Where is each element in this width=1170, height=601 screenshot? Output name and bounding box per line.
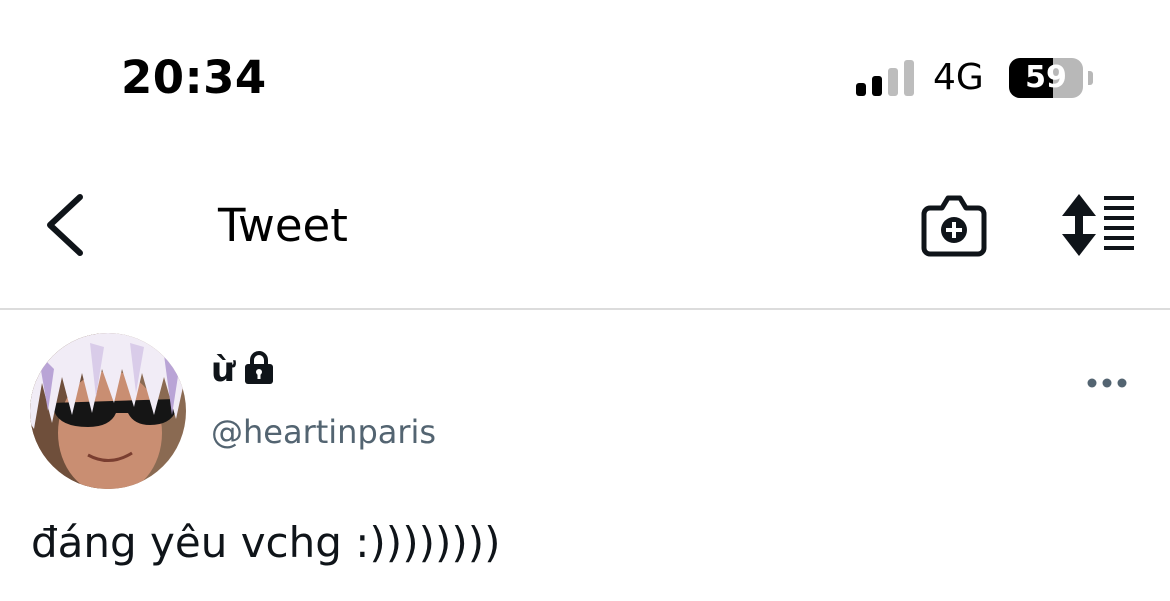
signal-bar bbox=[904, 60, 914, 96]
nav-bar: Tweet bbox=[0, 150, 1170, 310]
status-bar: 20:34 4G 59 bbox=[0, 0, 1170, 150]
lock-icon bbox=[242, 350, 276, 386]
page-title: Tweet bbox=[218, 199, 348, 252]
tweet: ừ @heartinparis đáng yêu vchg :)))))))) bbox=[0, 310, 1170, 601]
signal-bar bbox=[856, 83, 866, 96]
signal-bar bbox=[872, 76, 882, 96]
camera-button[interactable] bbox=[920, 192, 988, 258]
chevron-left-icon bbox=[47, 194, 83, 256]
status-time: 20:34 bbox=[121, 51, 267, 104]
signal-bar bbox=[888, 68, 898, 96]
battery-level: 59 bbox=[1025, 60, 1067, 95]
more-options-icon bbox=[1087, 378, 1127, 388]
battery-nub bbox=[1088, 71, 1093, 85]
avatar[interactable] bbox=[30, 333, 186, 489]
avatar-photo bbox=[30, 333, 186, 489]
sort-list-icon bbox=[1062, 194, 1134, 256]
user-handle[interactable]: @heartinparis bbox=[211, 410, 436, 454]
tweet-text: đáng yêu vchg :)))))))) bbox=[31, 518, 501, 567]
back-button[interactable] bbox=[36, 190, 96, 260]
camera-add-icon bbox=[921, 195, 987, 257]
more-options-button[interactable] bbox=[1082, 368, 1132, 398]
cellular-signal-icon bbox=[856, 60, 914, 96]
battery-icon: 59 bbox=[1009, 58, 1093, 98]
network-type: 4G bbox=[933, 57, 984, 98]
sort-button[interactable] bbox=[1058, 192, 1138, 258]
display-name[interactable]: ừ bbox=[211, 348, 235, 392]
